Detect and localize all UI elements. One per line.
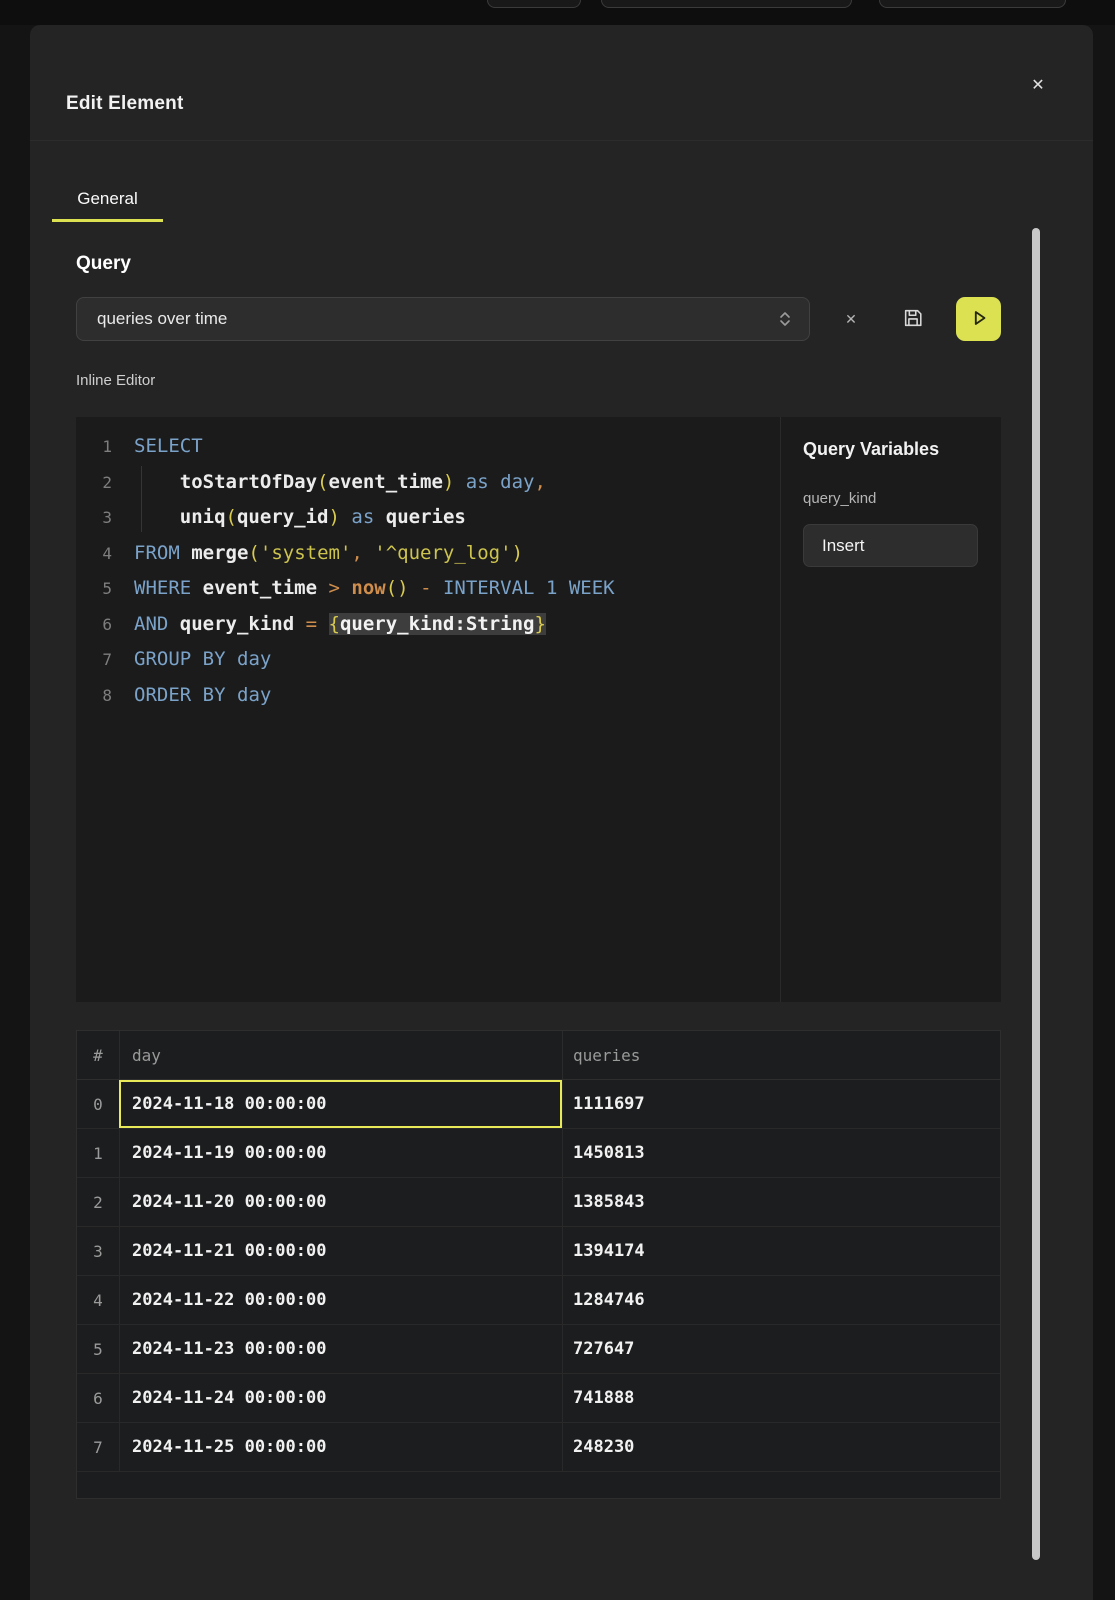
query-section-heading: Query (76, 253, 131, 275)
top-toolbar (0, 0, 1115, 25)
insert-variable-button[interactable]: Insert (803, 524, 978, 567)
line-number: 3 (76, 500, 112, 536)
modal-scrollbar[interactable] (1032, 228, 1040, 1560)
toolbar-button-partial[interactable] (879, 0, 1066, 8)
line-content: FROM merge('system', '^query_log') (112, 536, 523, 572)
row-index: 7 (77, 1423, 119, 1471)
line-content: ORDER BY day (112, 678, 271, 714)
results-table: #dayqueries 02024-11-18 00:00:0011116971… (76, 1030, 1001, 1499)
table-row: 72024-11-25 00:00:00248230 (77, 1423, 1000, 1472)
table-row: 12024-11-19 00:00:001450813 (77, 1129, 1000, 1178)
close-icon: ✕ (1031, 75, 1044, 95)
cell-day[interactable]: 2024-11-25 00:00:00 (119, 1423, 562, 1471)
save-query-button[interactable] (896, 303, 930, 335)
line-number: 6 (76, 607, 112, 643)
tab-label: General (77, 189, 137, 209)
cell-day[interactable]: 2024-11-22 00:00:00 (119, 1276, 562, 1324)
query-variables-heading: Query Variables (803, 439, 939, 460)
table-body: 02024-11-18 00:00:00111169712024-11-19 0… (77, 1080, 1000, 1472)
run-query-button[interactable] (956, 297, 1001, 341)
table-row: 62024-11-24 00:00:00741888 (77, 1374, 1000, 1423)
code-line[interactable]: 7GROUP BY day (76, 642, 780, 678)
play-icon (968, 307, 990, 332)
cell-day[interactable]: 2024-11-23 00:00:00 (119, 1325, 562, 1373)
row-index: 4 (77, 1276, 119, 1324)
sql-editor: 1SELECT2 toStartOfDay(event_time) as day… (76, 417, 1001, 1002)
table-row: 32024-11-21 00:00:001394174 (77, 1227, 1000, 1276)
cell-day[interactable]: 2024-11-21 00:00:00 (119, 1227, 562, 1275)
cell-queries[interactable]: 727647 (562, 1325, 1000, 1373)
line-content: AND query_kind = {query_kind:String} (112, 607, 546, 643)
cell-queries[interactable]: 1385843 (562, 1178, 1000, 1226)
line-number: 8 (76, 678, 112, 714)
query-variables-panel: Query Variables query_kind Insert (781, 417, 1001, 1002)
cell-day[interactable]: 2024-11-24 00:00:00 (119, 1374, 562, 1422)
clear-icon: ✕ (845, 311, 857, 328)
modal-title: Edit Element (66, 93, 183, 115)
code-line[interactable]: 5WHERE event_time > now() - INTERVAL 1 W… (76, 571, 780, 607)
toolbar-button-partial[interactable] (487, 0, 581, 8)
variable-name-label: query_kind (803, 490, 876, 507)
edit-element-modal: Edit Element ✕ General Query queries ove… (30, 25, 1093, 1600)
inline-editor-label: Inline Editor (76, 372, 155, 389)
unfold-chevrons-icon (777, 310, 793, 328)
cell-queries[interactable]: 1284746 (562, 1276, 1000, 1324)
code-line[interactable]: 3 uniq(query_id) as queries (76, 500, 780, 536)
row-index: 1 (77, 1129, 119, 1177)
table-row: 02024-11-18 00:00:001111697 (77, 1080, 1000, 1129)
query-select-value: queries over time (97, 309, 227, 329)
row-index: 5 (77, 1325, 119, 1373)
cell-day[interactable]: 2024-11-19 00:00:00 (119, 1129, 562, 1177)
clear-query-button[interactable]: ✕ (836, 305, 866, 333)
row-index: 3 (77, 1227, 119, 1275)
cell-queries[interactable]: 248230 (562, 1423, 1000, 1471)
save-icon (902, 307, 924, 332)
column-header-day: day (119, 1031, 562, 1079)
cell-queries[interactable]: 1111697 (562, 1080, 1000, 1128)
code-line[interactable]: 2 toStartOfDay(event_time) as day, (76, 465, 780, 501)
code-lines[interactable]: 1SELECT2 toStartOfDay(event_time) as day… (76, 417, 780, 1002)
column-header-queries: queries (562, 1031, 1000, 1079)
column-header-index: # (77, 1031, 119, 1079)
query-select[interactable]: queries over time (76, 297, 810, 341)
code-line[interactable]: 4FROM merge('system', '^query_log') (76, 536, 780, 572)
toolbar-button-partial[interactable] (601, 0, 852, 8)
cell-queries[interactable]: 741888 (562, 1374, 1000, 1422)
line-number: 2 (76, 465, 112, 501)
line-content: toStartOfDay(event_time) as day, (112, 465, 546, 501)
line-content: uniq(query_id) as queries (112, 500, 466, 536)
table-row: 52024-11-23 00:00:00727647 (77, 1325, 1000, 1374)
cell-queries[interactable]: 1450813 (562, 1129, 1000, 1177)
line-number: 1 (76, 429, 112, 465)
code-line[interactable]: 6AND query_kind = {query_kind:String} (76, 607, 780, 643)
cell-queries[interactable]: 1394174 (562, 1227, 1000, 1275)
cell-day[interactable]: 2024-11-18 00:00:00 (119, 1080, 562, 1128)
line-content: WHERE event_time > now() - INTERVAL 1 WE… (112, 571, 615, 607)
close-button[interactable]: ✕ (1022, 69, 1054, 101)
table-row: 42024-11-22 00:00:001284746 (77, 1276, 1000, 1325)
header-divider (30, 140, 1093, 141)
page: Edit Element ✕ General Query queries ove… (0, 0, 1115, 1600)
line-content: SELECT (112, 429, 203, 465)
line-number: 7 (76, 642, 112, 678)
row-index: 6 (77, 1374, 119, 1422)
row-index: 0 (77, 1080, 119, 1128)
row-index: 2 (77, 1178, 119, 1226)
code-line[interactable]: 8ORDER BY day (76, 678, 780, 714)
indent-guide (141, 466, 142, 532)
table-footer (77, 1472, 1000, 1498)
line-content: GROUP BY day (112, 642, 271, 678)
table-row: 22024-11-20 00:00:001385843 (77, 1178, 1000, 1227)
code-line[interactable]: 1SELECT (76, 429, 780, 465)
cell-day[interactable]: 2024-11-20 00:00:00 (119, 1178, 562, 1226)
tab-general[interactable]: General (52, 178, 163, 222)
line-number: 5 (76, 571, 112, 607)
table-header: #dayqueries (77, 1031, 1000, 1080)
line-number: 4 (76, 536, 112, 572)
